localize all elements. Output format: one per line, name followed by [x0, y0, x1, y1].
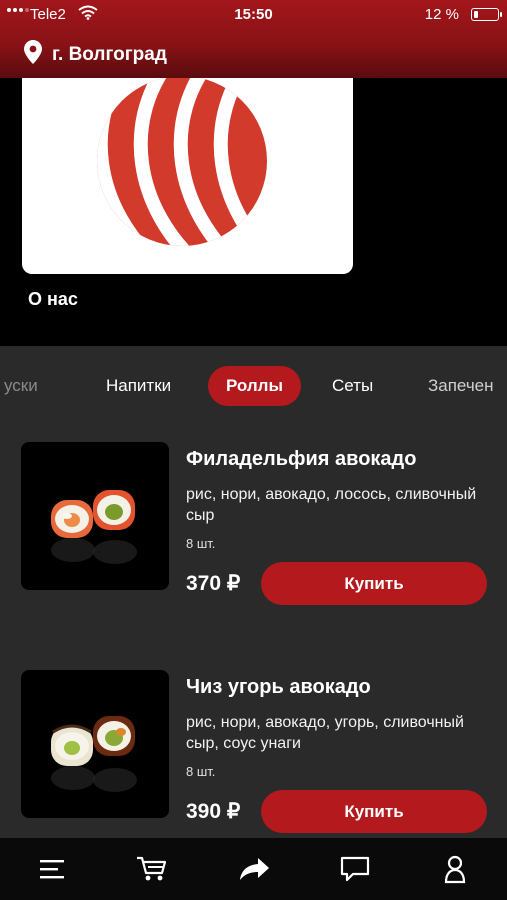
category-tabs: уски Напитки Роллы Сеты Запечен: [0, 346, 507, 430]
tab-baked[interactable]: Запечен: [428, 366, 494, 406]
product-price: 370 ₽: [186, 572, 241, 595]
city-selector[interactable]: г. Волгоград: [24, 40, 167, 69]
product-quantity: 8 шт.: [186, 536, 216, 551]
product-price: 390 ₽: [186, 800, 241, 823]
tab-rolls[interactable]: Роллы: [208, 366, 301, 406]
buy-button[interactable]: Купить: [261, 790, 487, 833]
brand-logo-card[interactable]: [22, 78, 353, 274]
product-quantity: 8 шт.: [186, 764, 216, 779]
product-description: рис, нори, авокадо, лосось, сливочный сы…: [186, 486, 477, 524]
tab-drinks[interactable]: Напитки: [106, 366, 171, 406]
promo-banner: О нас: [0, 78, 507, 346]
product-description: рис, нори, авокадо, угорь, сливочный сыр…: [186, 714, 464, 752]
product-image[interactable]: [21, 442, 169, 590]
battery-icon: [471, 8, 502, 21]
cart-icon[interactable]: [135, 852, 169, 886]
product-name: Филадельфия авокадо: [186, 448, 417, 470]
profile-icon[interactable]: [438, 852, 472, 886]
bottom-navigation: [0, 838, 507, 900]
app-header: Tele2 15:50 12 % г. Волгоград: [0, 0, 507, 78]
tab-sets[interactable]: Сеты: [332, 366, 373, 406]
menu-icon[interactable]: [35, 852, 69, 886]
product-card: Филадельфия авокадо рис, нори, авокадо, …: [0, 442, 507, 652]
product-image[interactable]: [21, 670, 169, 818]
chat-icon[interactable]: [338, 852, 372, 886]
city-name: г. Волгоград: [52, 43, 167, 65]
share-icon[interactable]: [237, 852, 271, 886]
battery-percent: 12 %: [424, 6, 459, 23]
status-bar: Tele2 15:50 12 %: [0, 0, 507, 30]
tab-category-prev[interactable]: уски: [4, 366, 38, 406]
about-link[interactable]: О нас: [28, 289, 78, 310]
brand-logo: [97, 78, 267, 246]
buy-button[interactable]: Купить: [261, 562, 487, 605]
product-name: Чиз угорь авокадо: [186, 676, 371, 698]
location-pin-icon: [24, 40, 42, 69]
